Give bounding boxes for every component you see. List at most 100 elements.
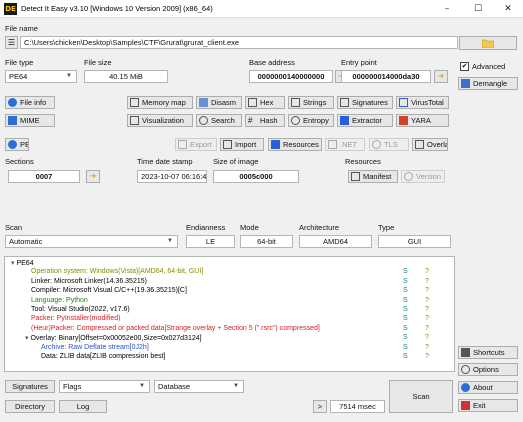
sections-go-button[interactable]: ➔: [86, 170, 100, 183]
minimize-button[interactable]: –: [432, 0, 462, 18]
directory-button[interactable]: Directory: [5, 400, 55, 413]
file-info-button[interactable]: File info: [5, 96, 55, 109]
file-size-field: 40.15 MiB: [84, 70, 168, 83]
shortcuts-button[interactable]: Shortcuts: [458, 346, 518, 359]
result-signature-type[interactable]: S: [403, 344, 408, 351]
endianness-field: LE: [186, 235, 235, 248]
visualization-icon: [130, 116, 139, 125]
virustotal-button[interactable]: VirusTotal: [396, 96, 449, 109]
pe-button[interactable]: PE: [5, 138, 29, 151]
mime-button[interactable]: MIME: [5, 114, 55, 127]
scan-label: Scan: [5, 223, 23, 232]
result-info-button[interactable]: ?: [425, 334, 429, 341]
recent-files-button[interactable]: ☰: [5, 36, 18, 49]
file-size-label: File size: [84, 58, 112, 67]
result-row[interactable]: Operation system: Windows(Vista)[AMD64, …: [31, 268, 203, 277]
result-info-button[interactable]: ?: [425, 278, 429, 285]
file-path-field[interactable]: C:\Users\chicken\Desktop\Samples\CTF\Gru…: [20, 36, 458, 49]
title-bar: DE Detect It Easy v3.10 [Windows 10 Vers…: [0, 0, 523, 18]
signatures-button[interactable]: Signatures: [337, 96, 393, 109]
result-row[interactable]: Compiler: Microsoft Visual C/C++(19.36.3…: [31, 287, 187, 296]
demangle-button[interactable]: Demangle: [458, 77, 518, 90]
overlay-button[interactable]: Overlay: [412, 138, 448, 151]
import-icon: [223, 140, 232, 149]
hash-button[interactable]: # Hash: [245, 114, 285, 127]
result-row[interactable]: Language: Python: [31, 297, 88, 306]
export-icon: [178, 140, 187, 149]
visualization-button[interactable]: Visualization: [127, 114, 193, 127]
file-type-label: File type: [5, 58, 34, 67]
signatures-bottom-button[interactable]: Signatures: [5, 380, 55, 393]
exit-button[interactable]: Exit: [458, 399, 518, 412]
result-row[interactable]: Packer: PyInstaller(modified): [31, 315, 120, 324]
result-signature-type[interactable]: S: [403, 287, 408, 294]
extractor-button[interactable]: Extractor: [337, 114, 393, 127]
disasm-button[interactable]: Disasm: [196, 96, 242, 109]
tls-button[interactable]: TLS: [369, 138, 409, 151]
result-row[interactable]: Tool: Visual Studio(2022, v17.6): [31, 306, 130, 315]
result-row[interactable]: (Heur)Packer: Compressed or packed data[…: [31, 325, 320, 334]
yara-button[interactable]: YARA: [396, 114, 449, 127]
expand-button[interactable]: >: [313, 400, 327, 413]
result-signature-type[interactable]: S: [403, 334, 408, 341]
yara-label: YARA: [411, 116, 431, 125]
memory-map-button[interactable]: Memory map: [127, 96, 193, 109]
hex-button[interactable]: Hex: [245, 96, 285, 109]
signatures-icon: [340, 98, 349, 107]
scan-mode-select[interactable]: Automatic ▼: [5, 235, 178, 248]
result-signature-type[interactable]: S: [403, 278, 408, 285]
result-signature-type[interactable]: S: [403, 353, 408, 360]
version-button[interactable]: Version: [401, 170, 445, 183]
search-button[interactable]: Search: [196, 114, 242, 127]
virustotal-icon: [399, 98, 408, 107]
advanced-checkbox[interactable]: ✔: [460, 62, 469, 71]
about-button[interactable]: About: [458, 381, 518, 394]
result-row[interactable]: Data: ZLIB data[ZLIB compression best]: [41, 353, 166, 362]
demangle-icon: [461, 79, 470, 88]
result-signature-type[interactable]: S: [403, 315, 408, 322]
result-signature-type[interactable]: S: [403, 306, 408, 313]
scan-results-tree[interactable]: ▾ PE64 Operation system: Windows(Vista)[A…: [4, 256, 455, 372]
result-row[interactable]: ▾ PE64: [11, 259, 34, 268]
scan-button[interactable]: Scan: [389, 380, 453, 413]
file-name-label: File name: [5, 24, 38, 33]
result-row[interactable]: ▾ Overlay: Binary[Offset=0x00052e00,Size…: [25, 334, 202, 343]
open-file-button[interactable]: [459, 36, 517, 50]
result-info-button[interactable]: ?: [425, 344, 429, 351]
flags-select[interactable]: Flags ▼: [59, 380, 150, 393]
type-label: Type: [378, 223, 395, 232]
entry-point-field: 000000014000da30: [341, 70, 431, 83]
result-row[interactable]: Linker: Microsoft Linker(14.36.35215): [31, 278, 147, 287]
file-type-value: PE64: [9, 72, 28, 81]
entropy-button[interactable]: Entropy: [288, 114, 334, 127]
file-type-select[interactable]: PE64 ▼: [5, 70, 77, 83]
entry-point-go-button[interactable]: ➔: [434, 70, 448, 83]
manifest-label: Manifest: [363, 172, 392, 181]
result-row[interactable]: Archive: Raw Deflate stream[0J2h]: [41, 344, 149, 353]
net-button[interactable]: .NET: [325, 138, 365, 151]
result-info-button[interactable]: ?: [425, 268, 429, 275]
result-info-button[interactable]: ?: [425, 325, 429, 332]
export-button[interactable]: Export: [175, 138, 217, 151]
chevron-down-icon: ▼: [139, 383, 145, 389]
strings-button[interactable]: Strings: [288, 96, 334, 109]
result-signature-type[interactable]: S: [403, 325, 408, 332]
options-button[interactable]: Options: [458, 363, 518, 376]
result-info-button[interactable]: ?: [425, 297, 429, 304]
database-select[interactable]: Database ▼: [154, 380, 244, 393]
memory-map-icon: [130, 98, 139, 107]
type-field: GUI: [378, 235, 451, 248]
maximize-button[interactable]: ☐: [463, 0, 493, 18]
log-button[interactable]: Log: [59, 400, 107, 413]
result-info-button[interactable]: ?: [425, 315, 429, 322]
result-signature-type[interactable]: S: [403, 297, 408, 304]
import-button[interactable]: Import: [220, 138, 264, 151]
result-signature-type[interactable]: S: [403, 268, 408, 275]
result-info-button[interactable]: ?: [425, 353, 429, 360]
resources-button[interactable]: Resources: [268, 138, 322, 151]
result-info-button[interactable]: ?: [425, 287, 429, 294]
manifest-button[interactable]: Manifest: [348, 170, 398, 183]
result-info-button[interactable]: ?: [425, 306, 429, 313]
close-button[interactable]: ✕: [493, 0, 523, 18]
result-text: Language: Python: [31, 296, 88, 304]
